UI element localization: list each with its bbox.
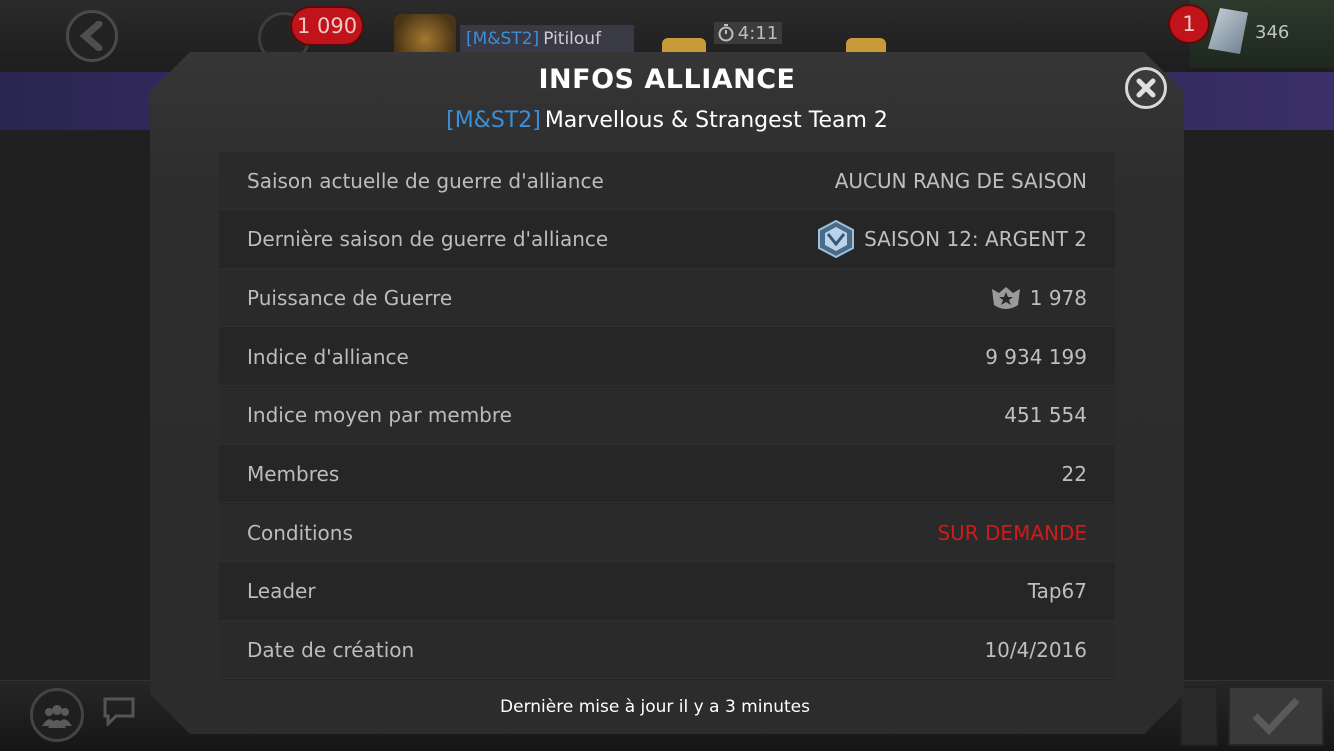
row-value-text: 10/4/2016 <box>984 637 1087 662</box>
info-row-alliance-rating: Indice d'alliance 9 934 199 <box>219 328 1115 386</box>
close-icon <box>1136 78 1156 98</box>
timer-value: 4:11 <box>737 22 779 44</box>
stopwatch-icon <box>718 24 734 42</box>
units-count-badge: 1 090 <box>292 8 362 44</box>
row-value-text: SUR DEMANDE <box>937 520 1087 545</box>
row-value: 451 554 <box>1004 403 1087 427</box>
row-value: SAISON 12: ARGENT 2 <box>816 220 1087 259</box>
notification-badge[interactable]: 1 <box>1170 6 1208 42</box>
row-value: Tap67 <box>1028 579 1087 603</box>
alliance-tag: [M&ST2] <box>446 108 541 133</box>
row-value: AUCUN RANG DE SAISON <box>835 169 1087 193</box>
back-button[interactable] <box>66 10 118 62</box>
row-value-text: 22 <box>1061 461 1087 486</box>
info-row-war-rating: Puissance de Guerre 1 978 <box>219 269 1115 328</box>
player-name: Pitilouf <box>543 28 602 49</box>
row-value: 9 934 199 <box>985 345 1087 369</box>
back-arrow-icon <box>79 21 103 51</box>
row-label: Saison actuelle de guerre d'alliance <box>247 168 604 193</box>
row-label: Conditions <box>247 520 353 545</box>
info-row-avg-rating: Indice moyen par membre 451 554 <box>219 386 1115 445</box>
info-row-creation-date: Date de création 10/4/2016 <box>219 621 1115 680</box>
alliance-info-table: Saison actuelle de guerre d'alliance AUC… <box>219 152 1115 680</box>
row-value-text: Tap67 <box>1027 579 1087 604</box>
alliance-name-line: [M&ST2] Marvellous & Strangest Team 2 <box>0 108 1334 133</box>
crystal-count: 346 <box>1255 22 1290 43</box>
row-value-text: 1 978 <box>1029 285 1087 310</box>
info-row-conditions: Conditions SUR DEMANDE <box>219 504 1115 562</box>
war-rating-icon <box>991 286 1020 309</box>
row-label: Puissance de Guerre <box>247 285 453 310</box>
last-updated-text: Dernière mise à jour il y a 3 minutes <box>500 697 810 717</box>
info-row-current-season: Saison actuelle de guerre d'alliance AUC… <box>219 152 1115 210</box>
info-row-leader: Leader Tap67 <box>219 562 1115 621</box>
energy-timer: 4:11 <box>714 22 782 44</box>
silver-rank-icon <box>818 220 855 259</box>
player-alliance-tag: [M&ST2] <box>466 28 540 49</box>
alliance-name: Marvellous & Strangest Team 2 <box>544 108 888 133</box>
row-value-text: 451 554 <box>1004 403 1087 428</box>
row-label: Date de création <box>247 637 415 662</box>
row-value: SUR DEMANDE <box>937 521 1087 545</box>
row-label: Indice moyen par membre <box>247 403 512 428</box>
close-button[interactable] <box>1125 67 1167 109</box>
row-label: Leader <box>247 579 316 604</box>
info-row-last-season: Dernière saison de guerre d'alliance SAI… <box>219 210 1115 269</box>
row-value-text: 9 934 199 <box>985 344 1087 369</box>
row-value: 10/4/2016 <box>984 638 1087 662</box>
row-label: Dernière saison de guerre d'alliance <box>247 227 609 252</box>
row-value-text: SAISON 12: ARGENT 2 <box>864 227 1087 252</box>
player-name-tag[interactable]: [M&ST2] Pitilouf <box>460 25 634 52</box>
row-value: 1 978 <box>990 285 1087 311</box>
row-value: 22 <box>1062 462 1087 486</box>
row-label: Membres <box>247 461 340 486</box>
row-label: Indice d'alliance <box>247 344 409 369</box>
row-value-text: AUCUN RANG DE SAISON <box>834 168 1087 193</box>
info-row-members: Membres 22 <box>219 445 1115 504</box>
